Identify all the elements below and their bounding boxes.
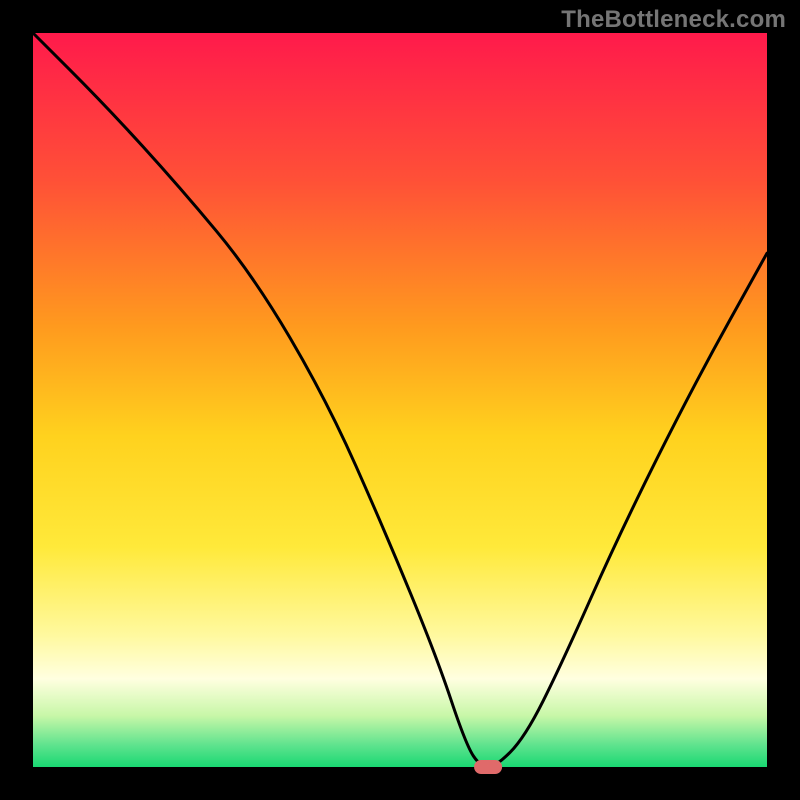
plot-area: [33, 33, 767, 767]
bottleneck-chart: [0, 0, 800, 800]
watermark-text: TheBottleneck.com: [561, 6, 786, 34]
marker-pill: [474, 760, 502, 774]
chart-frame: TheBottleneck.com: [0, 0, 800, 800]
